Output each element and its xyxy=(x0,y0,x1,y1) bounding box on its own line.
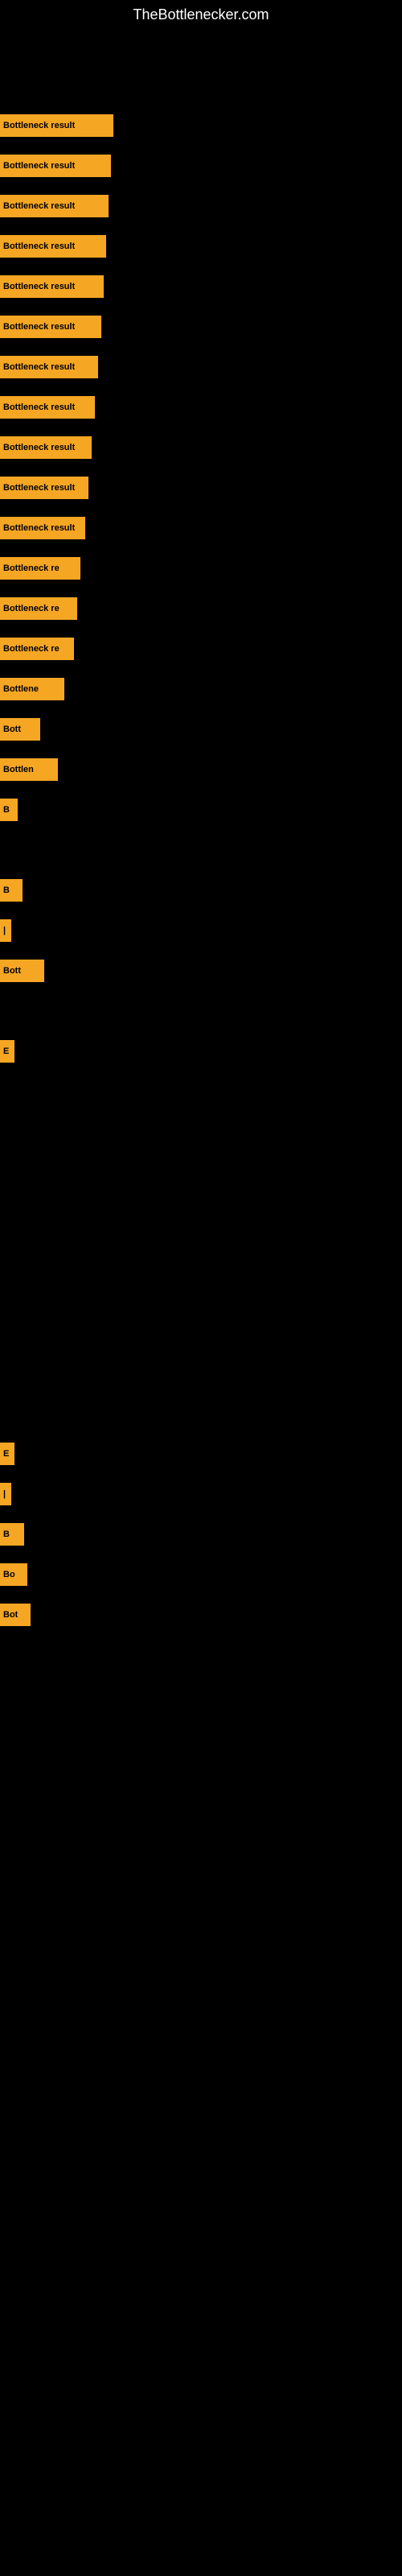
bottleneck-label: Bottleneck result xyxy=(3,282,75,291)
bottleneck-label: Bottleneck result xyxy=(3,121,75,130)
bottleneck-bar: Bottleneck result xyxy=(0,356,98,378)
bottleneck-label: E xyxy=(3,1046,9,1056)
bottleneck-bar: | xyxy=(0,919,11,942)
bottleneck-bar: Bottleneck result xyxy=(0,275,104,298)
site-title: TheBottlenecker.com xyxy=(0,0,402,27)
bottleneck-label: Bottleneck result xyxy=(3,523,75,533)
bottleneck-label: E xyxy=(3,1449,9,1459)
bottleneck-bar: Bottleneck result xyxy=(0,114,113,137)
bottleneck-label: Bott xyxy=(3,966,21,976)
bottleneck-bar: Bottleneck result xyxy=(0,155,111,177)
bottleneck-label: Bottleneck result xyxy=(3,161,75,171)
bottleneck-bar: Bottleneck result xyxy=(0,316,101,338)
bottleneck-label: Bottleneck result xyxy=(3,201,75,211)
bottleneck-bar: B xyxy=(0,879,23,902)
bottleneck-bar: Bottleneck result xyxy=(0,195,109,217)
bottleneck-label: Bott xyxy=(3,724,21,734)
bottleneck-label: Bo xyxy=(3,1570,15,1579)
bottleneck-bar: B xyxy=(0,1523,24,1546)
bottleneck-label: Bottlen xyxy=(3,765,34,774)
bottleneck-label: Bot xyxy=(3,1610,18,1620)
bottleneck-bar: Bottleneck result xyxy=(0,477,88,499)
bottleneck-bar: Bottleneck re xyxy=(0,597,77,620)
bottleneck-label: B xyxy=(3,805,10,815)
bottleneck-bar: Bott xyxy=(0,960,44,982)
bottleneck-label: B xyxy=(3,1530,10,1539)
bottleneck-label: Bottleneck result xyxy=(3,362,75,372)
bottleneck-label: Bottleneck re xyxy=(3,604,59,613)
bottleneck-bar: Bottlen xyxy=(0,758,58,781)
bottleneck-label: Bottleneck result xyxy=(3,322,75,332)
bottleneck-bar: Bottleneck result xyxy=(0,396,95,419)
bottleneck-bar: B xyxy=(0,799,18,821)
bottleneck-label: B xyxy=(3,886,10,895)
bottleneck-bar: Bottleneck re xyxy=(0,638,74,660)
bottleneck-bar: Bot xyxy=(0,1604,31,1626)
bottleneck-bar: Bo xyxy=(0,1563,27,1586)
bottleneck-label: Bottleneck result xyxy=(3,443,75,452)
bottleneck-bar: E xyxy=(0,1040,14,1063)
bottleneck-label: Bottleneck re xyxy=(3,564,59,573)
bottleneck-bar: Bottleneck result xyxy=(0,235,106,258)
bottleneck-label: Bottleneck re xyxy=(3,644,59,654)
bottleneck-label: | xyxy=(3,1489,6,1499)
bottleneck-bar: | xyxy=(0,1483,11,1505)
bottleneck-bar: Bott xyxy=(0,718,40,741)
bottleneck-label: Bottleneck result xyxy=(3,242,75,251)
bottleneck-bar: E xyxy=(0,1443,14,1465)
bottleneck-label: Bottleneck result xyxy=(3,402,75,412)
bottleneck-label: Bottleneck result xyxy=(3,483,75,493)
bottleneck-label: Bottlene xyxy=(3,684,39,694)
bottleneck-bar: Bottleneck re xyxy=(0,557,80,580)
bottleneck-bar: Bottleneck result xyxy=(0,517,85,539)
bottleneck-bar: Bottlene xyxy=(0,678,64,700)
bottleneck-label: | xyxy=(3,926,6,935)
bottleneck-bar: Bottleneck result xyxy=(0,436,92,459)
